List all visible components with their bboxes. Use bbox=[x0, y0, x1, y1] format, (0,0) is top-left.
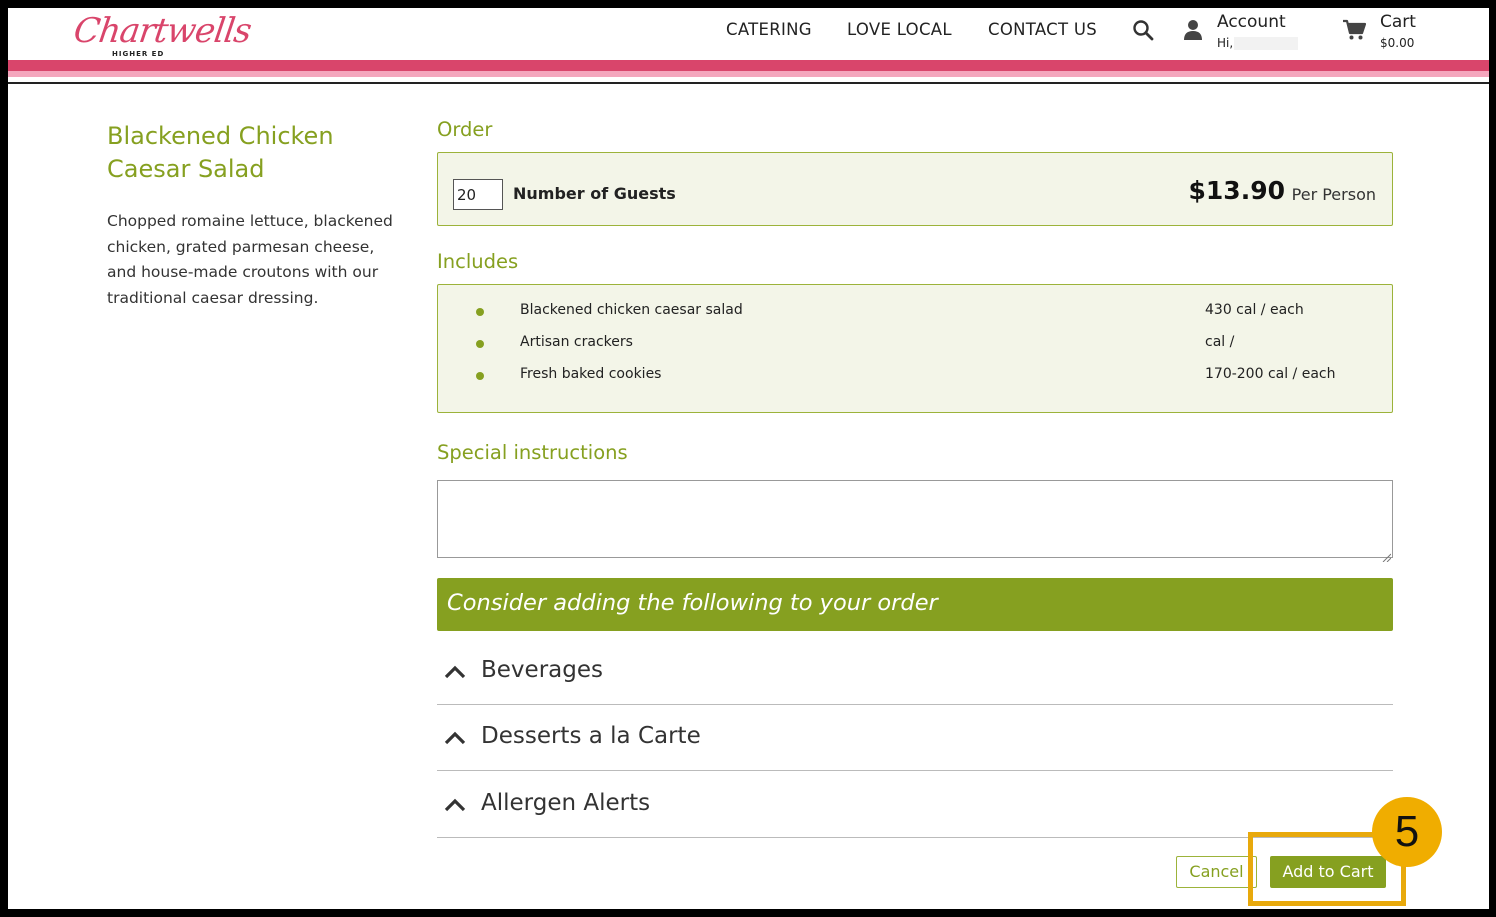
account-greeting: Hi, bbox=[1217, 36, 1234, 50]
accordion-label: Allergen Alerts bbox=[481, 790, 651, 816]
accordion-beverages[interactable]: Beverages bbox=[437, 638, 1393, 705]
include-calories: cal / bbox=[1205, 334, 1235, 350]
user-icon[interactable] bbox=[1183, 19, 1203, 41]
site-header: Chartwells HIGHER ED CATERING LOVE LOCAL… bbox=[8, 8, 1489, 71]
nav-contact-us[interactable]: CONTACT US bbox=[988, 20, 1097, 39]
logo-wordmark: Chartwells bbox=[71, 11, 254, 51]
special-instructions-field[interactable] bbox=[437, 480, 1393, 558]
include-name: Artisan crackers bbox=[520, 334, 633, 350]
search-icon[interactable] bbox=[1132, 19, 1154, 41]
list-item: Blackened chicken caesar salad 430 cal /… bbox=[438, 302, 1392, 322]
chevron-up-icon bbox=[443, 729, 467, 745]
include-name: Fresh baked cookies bbox=[520, 366, 662, 382]
order-box: Number of Guests $13.90 Per Person bbox=[437, 152, 1393, 226]
resize-grip-icon[interactable] bbox=[1382, 547, 1392, 563]
cart-icon[interactable] bbox=[1342, 19, 1367, 41]
accordion-allergen-alerts[interactable]: Allergen Alerts bbox=[437, 771, 1393, 838]
include-name: Blackened chicken caesar salad bbox=[520, 302, 743, 318]
bullet-icon bbox=[476, 372, 484, 380]
bullet-icon bbox=[476, 340, 484, 348]
brand-bar bbox=[8, 60, 1489, 71]
chartwells-logo[interactable]: Chartwells HIGHER ED bbox=[71, 11, 253, 62]
page: Chartwells HIGHER ED CATERING LOVE LOCAL… bbox=[8, 8, 1489, 909]
chevron-up-icon bbox=[443, 796, 467, 812]
account-link[interactable]: Account bbox=[1217, 12, 1286, 32]
nav-love-local[interactable]: LOVE LOCAL bbox=[847, 20, 952, 39]
nav-catering[interactable]: CATERING bbox=[726, 20, 812, 39]
include-calories: 430 cal / each bbox=[1205, 302, 1304, 318]
price-unit: Per Person bbox=[1291, 185, 1376, 204]
includes-box: Blackened chicken caesar salad 430 cal /… bbox=[437, 284, 1393, 413]
step-number-badge: 5 bbox=[1372, 797, 1442, 867]
account-name-redacted bbox=[1234, 37, 1298, 50]
list-item: Fresh baked cookies 170-200 cal / each bbox=[438, 366, 1392, 386]
bullet-icon bbox=[476, 308, 484, 316]
cart-total: $0.00 bbox=[1380, 36, 1415, 50]
accordion-label: Beverages bbox=[481, 657, 603, 683]
cancel-button[interactable]: Cancel bbox=[1176, 856, 1257, 888]
suggestions-banner: Consider adding the following to your or… bbox=[437, 578, 1393, 631]
guests-input[interactable] bbox=[453, 179, 503, 210]
logo-subtext: HIGHER ED bbox=[112, 50, 165, 58]
includes-heading: Includes bbox=[437, 250, 519, 273]
price: $13.90 bbox=[1188, 176, 1285, 205]
item-title: Blackened Chicken Caesar Salad bbox=[107, 122, 334, 183]
chevron-up-icon bbox=[443, 663, 467, 679]
cart-link[interactable]: Cart bbox=[1380, 12, 1416, 32]
suggestions-banner-text: Consider adding the following to your or… bbox=[447, 590, 938, 616]
item-description: Chopped romaine lettuce, blackened chick… bbox=[107, 212, 393, 307]
accordion-label: Desserts a la Carte bbox=[481, 723, 701, 749]
include-calories: 170-200 cal / each bbox=[1205, 366, 1336, 382]
guests-label: Number of Guests bbox=[513, 184, 676, 203]
header-divider bbox=[8, 82, 1489, 84]
list-item: Artisan crackers cal / bbox=[438, 334, 1392, 354]
order-heading: Order bbox=[437, 118, 493, 141]
brand-bar-accent bbox=[8, 71, 1489, 77]
special-instructions-heading: Special instructions bbox=[437, 441, 628, 464]
accordion-desserts[interactable]: Desserts a la Carte bbox=[437, 704, 1393, 771]
